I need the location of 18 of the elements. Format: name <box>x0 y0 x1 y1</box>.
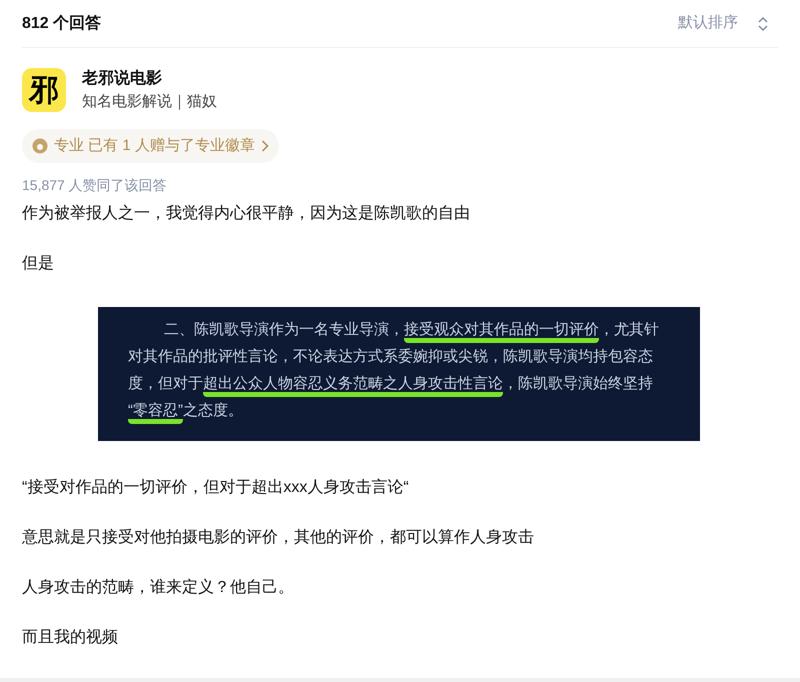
vote-count: 15,877 人赞同了该回答 <box>22 176 168 195</box>
answer-paragraph: 作为被举报人之一，我觉得内心很平静，因为这是陈凯歌的自由 <box>22 204 471 224</box>
author-bio: 知名电影解说｜猫奴 <box>82 92 217 112</box>
document-text-line: 度，但对于超出公众人物容忍义务范畴之人身攻击性言论，陈凯歌导演始终坚持 <box>128 373 670 395</box>
answer-paragraph: 人身攻击的范畴，谁来定义？他自己。 <box>22 578 295 598</box>
answer-paragraph: “接受对作品的一切评价，但对于超出xxx人身攻击言论“ <box>22 478 410 498</box>
sort-icon <box>758 16 768 32</box>
document-text-line: “零容忍”之态度。 <box>128 400 670 422</box>
answer-paragraph: 意思就是只接受对他拍摄电影的评价，其他的评价，都可以算作人身攻击 <box>22 528 535 548</box>
answer-count: 812 个回答 <box>22 14 102 34</box>
document-text-line: 二、陈凯歌导演作为一名专业导演，接受观众对其作品的一切评价，尤其针 <box>128 319 670 341</box>
author-name[interactable]: 老邪说电影 <box>82 67 217 91</box>
chevron-right-icon <box>260 140 269 152</box>
document-text-line: 对其作品的批评性言论，不论表达方式系委婉抑或尖锐，陈凯歌导演均持包容态 <box>128 347 654 367</box>
medal-icon <box>32 138 48 154</box>
avatar[interactable]: 邪 <box>22 68 66 112</box>
answer-paragraph: 但是 <box>22 254 55 274</box>
answer-paragraph: 而且我的视频 <box>22 628 119 648</box>
